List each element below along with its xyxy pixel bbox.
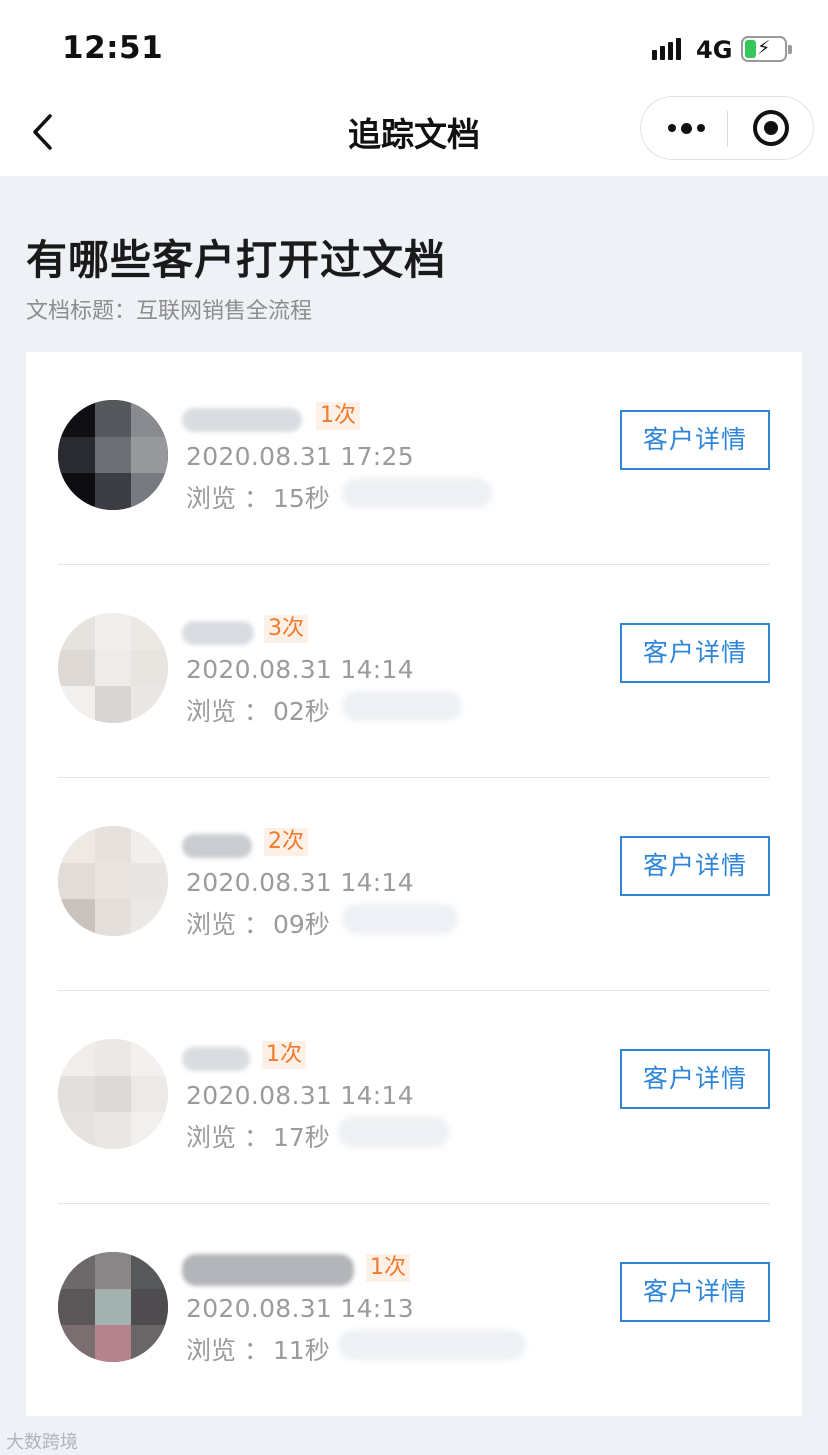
info-blurred	[342, 904, 458, 934]
customer-name-blurred	[182, 834, 252, 858]
browse-duration: 浏览 ： 15秒	[186, 484, 330, 513]
customer-list-card: 1次 2020.08.31 17:25 浏览 ： 15秒 客户详情 3次 2020…	[26, 352, 802, 1416]
network-type: 4G	[696, 36, 733, 64]
customer-row: 1次 2020.08.31 17:25 浏览 ： 15秒 客户详情	[58, 352, 770, 565]
customer-row: 1次 2020.08.31 14:13 浏览 ： 11秒 客户详情	[58, 1204, 770, 1417]
section-heading: 有哪些客户打开过文档	[26, 236, 446, 284]
open-count-badge: 3次	[264, 615, 308, 643]
watermark: 大数跨境	[6, 1432, 78, 1453]
info-blurred	[342, 478, 492, 508]
signal-icon	[652, 38, 681, 60]
customer-name-blurred	[182, 621, 254, 645]
document-title: 文档标题：互联网销售全流程	[26, 299, 313, 324]
status-bar: 12:51 4G ⚡	[0, 0, 828, 90]
customer-name-blurred	[182, 408, 302, 432]
avatar	[58, 1039, 168, 1149]
customer-row: 2次 2020.08.31 14:14 浏览 ： 09秒 客户详情	[58, 778, 770, 991]
capsule-divider	[727, 111, 728, 147]
avatar	[58, 613, 168, 723]
browse-duration: 浏览 ： 11秒	[186, 1336, 330, 1365]
customer-row: 1次 2020.08.31 14:14 浏览 ： 17秒 客户详情	[58, 991, 770, 1204]
info-blurred	[338, 1330, 526, 1360]
info-blurred	[342, 691, 462, 721]
status-time: 12:51	[62, 30, 164, 66]
customer-detail-button[interactable]: 客户详情	[620, 1049, 770, 1109]
customer-detail-button[interactable]: 客户详情	[620, 623, 770, 683]
info-blurred	[338, 1117, 450, 1147]
customer-detail-button[interactable]: 客户详情	[620, 410, 770, 470]
customer-detail-button[interactable]: 客户详情	[620, 1262, 770, 1322]
customer-row: 3次 2020.08.31 14:14 浏览 ： 02秒 客户详情	[58, 565, 770, 778]
mini-program-capsule	[640, 96, 814, 160]
avatar	[58, 1252, 168, 1362]
more-icon[interactable]	[663, 107, 709, 149]
customer-detail-button[interactable]: 客户详情	[620, 836, 770, 896]
browse-duration: 浏览 ： 17秒	[186, 1123, 330, 1152]
browse-duration: 浏览 ： 02秒	[186, 697, 330, 726]
close-target-icon[interactable]	[753, 110, 789, 146]
open-time: 2020.08.31 14:14	[186, 655, 414, 684]
nav-bar: 追踪文档	[0, 90, 828, 176]
open-count-badge: 1次	[316, 402, 360, 430]
open-time: 2020.08.31 14:13	[186, 1294, 414, 1323]
open-time: 2020.08.31 14:14	[186, 868, 414, 897]
customer-name-blurred	[182, 1254, 354, 1286]
customer-name-blurred	[182, 1047, 250, 1071]
avatar	[58, 400, 168, 510]
browse-duration: 浏览 ： 09秒	[186, 910, 330, 939]
battery-icon: ⚡	[741, 36, 792, 62]
avatar	[58, 826, 168, 936]
open-count-badge: 2次	[264, 828, 308, 856]
open-count-badge: 1次	[366, 1254, 410, 1282]
open-time: 2020.08.31 17:25	[186, 442, 414, 471]
open-time: 2020.08.31 14:14	[186, 1081, 414, 1110]
open-count-badge: 1次	[262, 1041, 306, 1069]
